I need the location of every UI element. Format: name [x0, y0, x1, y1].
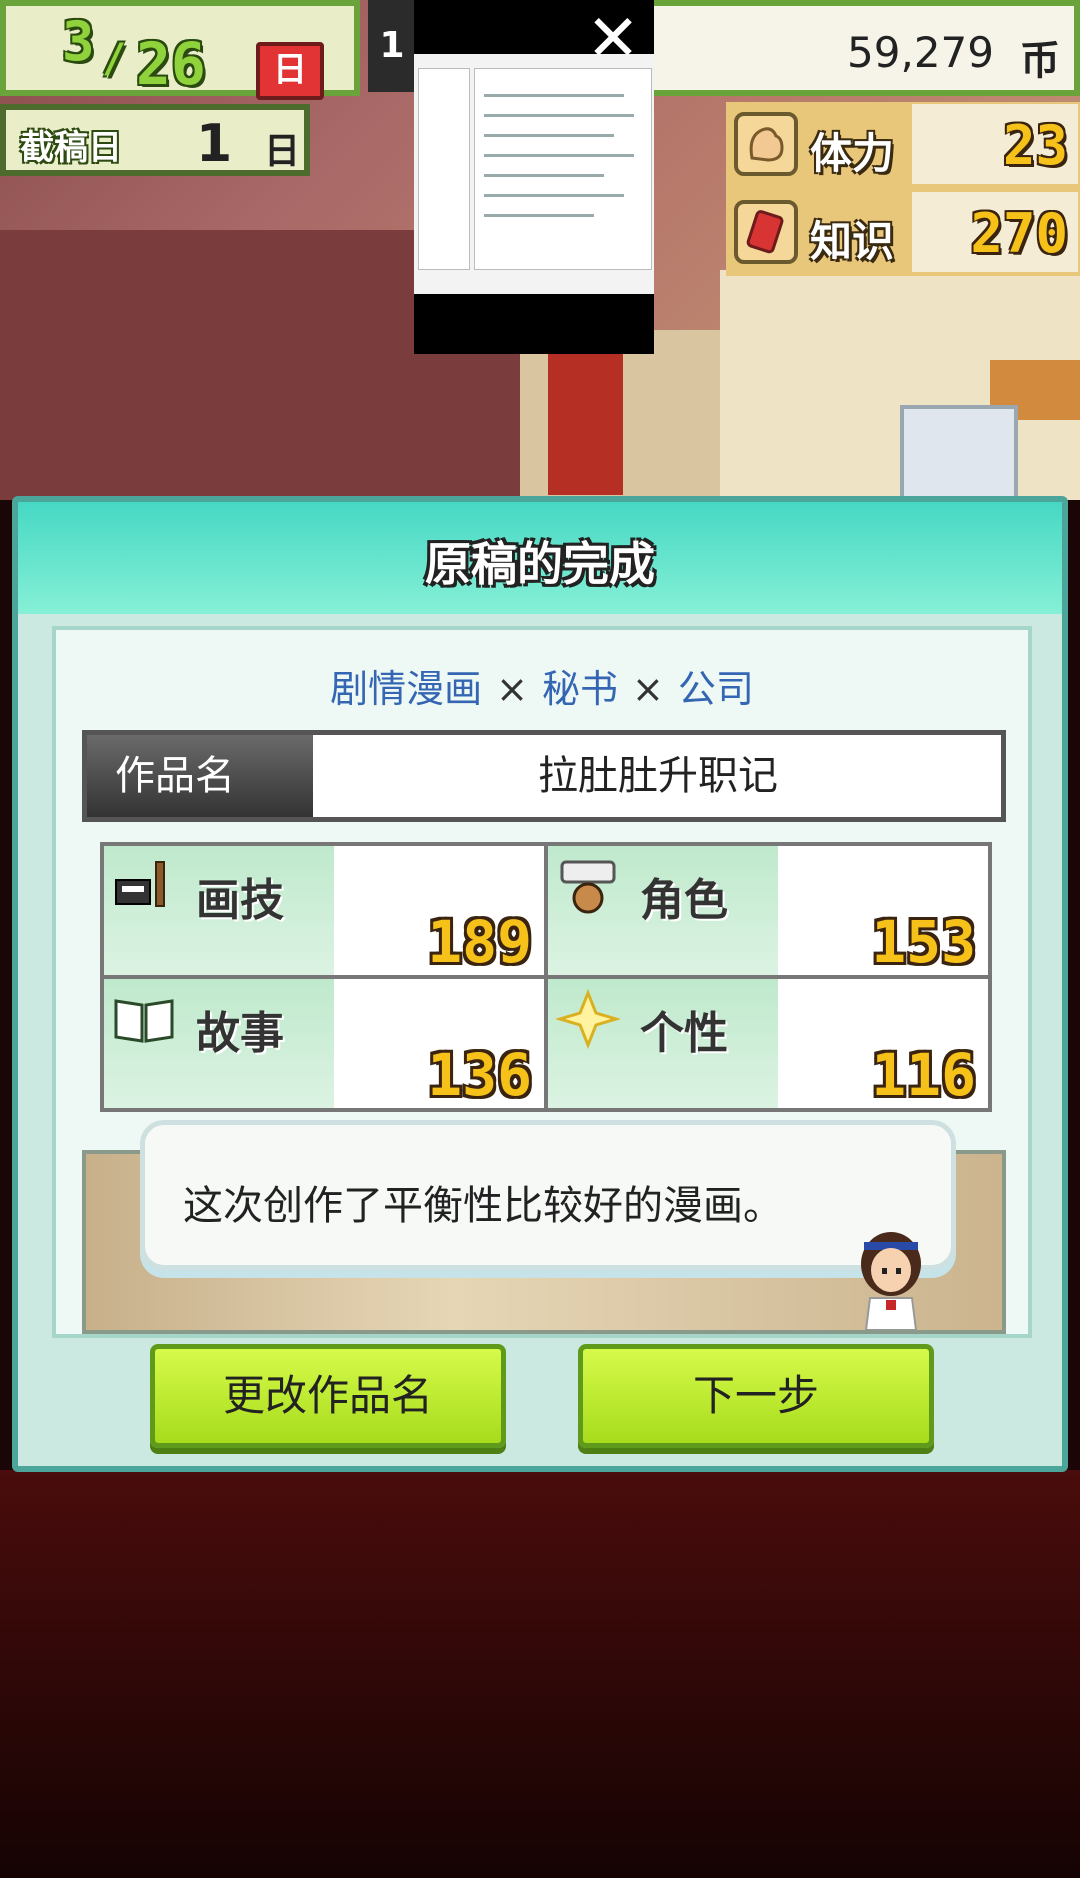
attribute-story: 故事 136 [104, 979, 544, 1109]
genre-theme: 秘书 [541, 667, 618, 711]
red-door [548, 345, 623, 495]
genre-combo: 剧情漫画 × 秘书 × 公司 [56, 658, 1028, 713]
dialog-body: 剧情漫画 × 秘书 × 公司 作品名 拉肚肚升职记 画技 189 角色 153 [52, 626, 1032, 1338]
rename-button[interactable]: 更改作品名 [150, 1344, 506, 1448]
floating-preview-window[interactable]: ✕ [414, 0, 654, 354]
character-icon [556, 856, 620, 916]
attribute-value: 136 [427, 1041, 532, 1109]
speech-bubble: 这次创作了平衡性比较好的漫画。 [140, 1120, 956, 1270]
attribute-label: 个性 [640, 1008, 728, 1059]
dialog-title: 原稿的完成 [425, 537, 655, 591]
money-display: 59,279 币 [640, 0, 1080, 96]
genre-type: 剧情漫画 [330, 667, 483, 711]
attribute-value: 189 [427, 908, 532, 976]
manuscript-complete-dialog: 原稿的完成 剧情漫画 × 秘书 × 公司 作品名 拉肚肚升职记 画技 189 角… [12, 496, 1068, 1472]
stat-value: 23 [1002, 114, 1068, 177]
deadline-value: 1 [196, 114, 233, 174]
attribute-personality: 个性 116 [548, 979, 988, 1109]
month: 3 [62, 10, 95, 73]
attribute-label: 画技 [196, 875, 284, 926]
attribute-label: 角色 [640, 875, 728, 926]
partial-indicator: 1 [368, 0, 416, 92]
day: 26 [136, 30, 206, 98]
separator: × [632, 667, 664, 711]
dark-backdrop [0, 1470, 1080, 1878]
work-name-label: 作品名 [87, 735, 313, 817]
stat-value-box: 270 [912, 192, 1078, 272]
attribute-drawing: 画技 189 [104, 846, 544, 976]
attribute-character: 角色 153 [548, 846, 988, 976]
next-button[interactable]: 下一步 [578, 1344, 934, 1448]
attribute-value: 153 [871, 908, 976, 976]
separator: × [496, 667, 528, 711]
money-value: 59,279 [847, 28, 994, 77]
stat-value: 270 [970, 202, 1068, 265]
attribute-label: 故事 [196, 1008, 284, 1059]
pen-tablet-icon [112, 856, 176, 916]
close-icon[interactable]: ✕ [578, 4, 648, 74]
genre-setting: 公司 [677, 667, 754, 711]
stat-label: 知识 [810, 217, 895, 266]
open-book-icon [112, 989, 176, 1049]
work-name-value: 拉肚肚升职记 [538, 753, 778, 799]
stat-value-box: 23 [912, 104, 1078, 184]
attribute-grid: 画技 189 角色 153 故事 136 个性 116 [100, 842, 992, 1112]
result-message: 这次创作了平衡性比较好的漫画。 [183, 1183, 783, 1229]
dialog-header: 原稿的完成 [18, 502, 1062, 614]
stat-label: 体力 [810, 129, 895, 178]
deadline-label: 截稿日 [20, 128, 122, 168]
refrigerator [900, 405, 1018, 508]
work-name-bar: 作品名 拉肚肚升职记 [82, 730, 1006, 822]
book-icon [734, 200, 798, 264]
deadline-display: 截稿日 1 日 [0, 104, 310, 176]
money-unit: 币 [1020, 38, 1060, 84]
stat-stamina: 体力 23 [726, 102, 1080, 186]
deadline-unit: 日 [264, 131, 301, 172]
sparkle-icon [554, 988, 622, 1050]
player-stats: 体力 23 知识 270 [726, 102, 1080, 276]
weekday-badge: 日 [256, 42, 324, 100]
muscle-icon [734, 112, 798, 176]
preview-screen [414, 54, 654, 294]
date-display: 3 / 26 日 [0, 0, 360, 100]
assistant-character [846, 1226, 936, 1331]
stat-knowledge: 知识 270 [726, 190, 1080, 274]
date-separator: / [102, 36, 127, 82]
attribute-value: 116 [871, 1041, 976, 1109]
